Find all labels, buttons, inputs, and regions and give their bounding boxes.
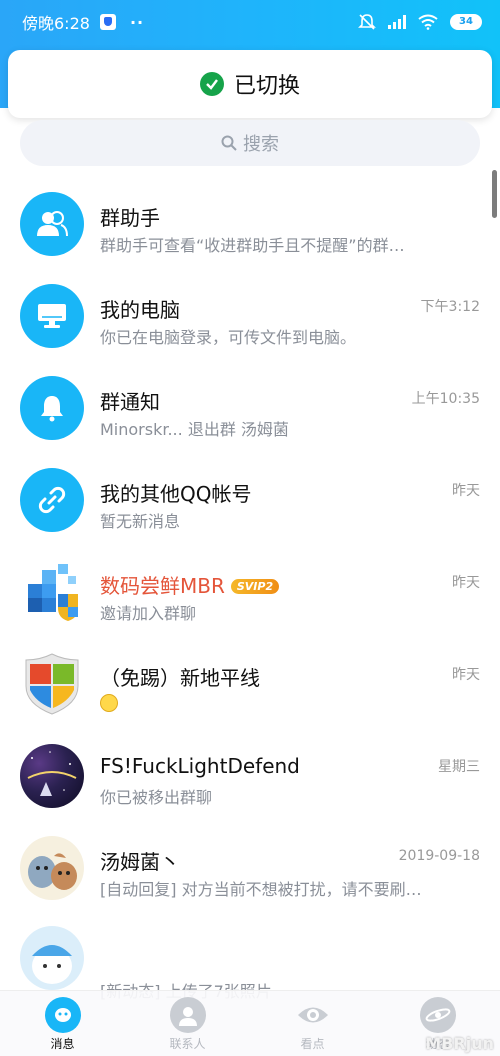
conversation-other-accounts[interactable]: 我的其他QQ帐号 昨天 暂无新消息 <box>0 444 500 536</box>
conversation-name: （免踢）新地平线 <box>100 666 260 690</box>
conversation-group-notice[interactable]: 群通知 上午10:35 Minorskr... 退出群 汤姆菌 <box>0 352 500 444</box>
search-icon <box>221 135 237 151</box>
anime-avatar <box>20 926 84 990</box>
clock: 傍晚6:28 <box>22 14 90 33</box>
windows-shield-logo <box>20 652 84 716</box>
galaxy-avatar <box>20 744 84 808</box>
mute-icon <box>358 14 376 30</box>
group-helper-icon <box>20 192 84 256</box>
conversation-time: 下午3:12 <box>420 299 480 315</box>
notification-icon <box>99 14 116 30</box>
tab-label: 消息 <box>50 1037 75 1051</box>
conversation-time: 昨天 <box>452 575 480 591</box>
conversation-tom[interactable]: 汤姆菌丶 2019-09-18 [自动回复] 对方当前不想被打扰，请不要刷… <box>0 812 500 904</box>
conversation-new-horizon[interactable]: （免踢）新地平线 昨天 <box>0 628 500 720</box>
switch-toast: 已切换 <box>8 50 492 118</box>
conversation-preview: [自动回复] 对方当前不想被打扰，请不要刷… <box>100 880 422 899</box>
check-icon <box>199 72 224 96</box>
conversation-name: 汤姆菌丶 <box>100 850 180 874</box>
tab-contacts[interactable]: 联系人 <box>125 991 250 1056</box>
link-icon <box>20 468 84 532</box>
conversation-list: 群助手 群助手可查看“收进群助手且不提醒”的群… 我的电脑 下午3:12 你已在… <box>0 168 500 1001</box>
conversation-feed-update[interactable]: [新动态] 上传了7张照片 <box>0 904 500 1001</box>
cartoon-avatar <box>20 836 84 900</box>
search-placeholder: 搜索 <box>243 134 279 155</box>
svip-badge: SVIP2 <box>230 579 280 594</box>
conversation-name: 数码尝鲜MBR SVIP2 <box>100 570 280 599</box>
conversation-time: 2019-09-18 <box>398 848 480 864</box>
conversation-name: 群助手 <box>100 206 160 230</box>
conversation-preview <box>100 692 470 714</box>
toast-text: 已切换 <box>233 74 300 99</box>
conversation-preview: 你已被移出群聊 <box>100 788 213 807</box>
conversation-preview: 你已在电脑登录，可传文件到电脑。 <box>100 328 357 347</box>
bell-icon <box>20 376 84 440</box>
conversation-name: 我的电脑 <box>100 298 180 322</box>
search-bar[interactable]: 搜索 <box>20 120 480 166</box>
wifi-icon <box>418 14 438 30</box>
conversation-group-helper[interactable]: 群助手 群助手可查看“收进群助手且不提醒”的群… <box>0 168 500 260</box>
conversation-name: FS!FuckLightDefend <box>100 754 300 778</box>
planet-icon <box>419 997 456 1033</box>
conversation-fs-group[interactable]: FS!FuckLightDefend 星期三 你已被移出群聊 <box>0 720 500 812</box>
tab-label: 联系人 <box>169 1037 206 1051</box>
conversation-time: 昨天 <box>452 667 480 683</box>
battery-indicator: 34 <box>450 14 482 30</box>
conversation-preview: 群助手可查看“收进群助手且不提醒”的群… <box>100 236 405 255</box>
cubes-logo <box>20 560 84 624</box>
eye-icon <box>295 997 331 1033</box>
status-bar: 傍晚6:28 ·· 34 <box>0 0 500 44</box>
tab-messages[interactable]: 消息 <box>0 991 125 1056</box>
signal-icon <box>388 15 406 29</box>
watermark: MBRjun <box>425 1034 494 1053</box>
smile-emoji-icon <box>100 694 118 712</box>
conversation-name: 群通知 <box>100 390 160 414</box>
conversation-mbr-group[interactable]: 数码尝鲜MBR SVIP2 昨天 邀请加入群聊 <box>0 536 500 628</box>
computer-icon <box>20 284 84 348</box>
conversation-name: 我的其他QQ帐号 <box>100 482 252 506</box>
messages-icon <box>44 997 81 1033</box>
conversation-time: 上午10:35 <box>411 391 480 407</box>
scrollbar[interactable] <box>492 170 497 218</box>
conversation-my-computer[interactable]: 我的电脑 下午3:12 你已在电脑登录，可传文件到电脑。 <box>0 260 500 352</box>
conversation-time: 星期三 <box>438 759 480 775</box>
conversation-preview: 邀请加入群聊 <box>100 604 197 623</box>
tab-watch[interactable]: 看点 <box>250 991 375 1056</box>
conversation-preview: 暂无新消息 <box>100 512 181 531</box>
conversation-time: 昨天 <box>452 483 480 499</box>
tab-label: 看点 <box>300 1037 325 1051</box>
conversation-preview: Minorskr... 退出群 汤姆菌 <box>100 420 289 439</box>
more-notifications-dots: ·· <box>129 12 145 32</box>
contacts-icon <box>169 997 206 1033</box>
